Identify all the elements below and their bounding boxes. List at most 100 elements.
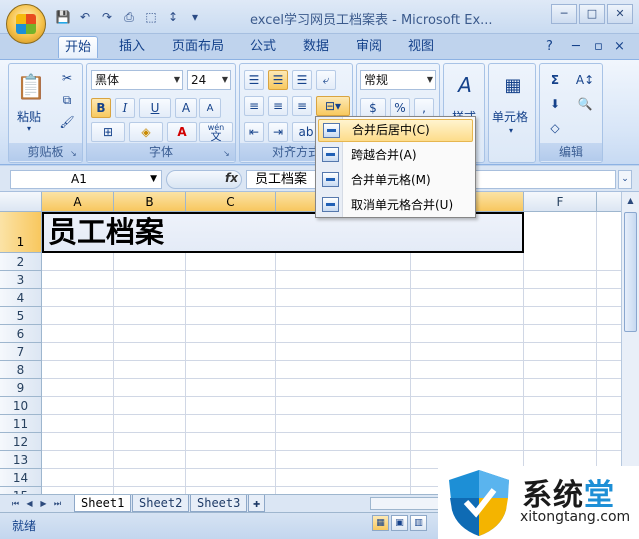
row-header-2[interactable]: 2 bbox=[0, 253, 42, 271]
grow-font-button[interactable]: A bbox=[175, 98, 197, 118]
align-bottom-icon[interactable]: ☰ bbox=[292, 70, 312, 90]
name-box[interactable]: A1 ▼ bbox=[10, 170, 162, 189]
help-icon[interactable]: ? bbox=[544, 36, 555, 58]
styles-icon[interactable]: A bbox=[450, 70, 480, 100]
row-header-5[interactable]: 5 bbox=[0, 307, 42, 325]
fill-icon[interactable]: ⬇ bbox=[542, 94, 568, 114]
paste-label[interactable]: 粘贴 bbox=[17, 108, 41, 125]
decrease-indent-icon[interactable]: ⇤ bbox=[244, 122, 264, 142]
scroll-thumb[interactable] bbox=[624, 212, 637, 332]
tab-data[interactable]: 数据 bbox=[297, 36, 335, 58]
menu-item-unmerge[interactable]: 取消单元格合并(U) bbox=[318, 194, 473, 217]
accounting-icon[interactable]: $ bbox=[360, 98, 386, 118]
clipboard-dialog-icon[interactable]: ↘ bbox=[70, 149, 80, 159]
align-left-icon[interactable]: ≡ bbox=[244, 96, 264, 116]
underline-button[interactable]: U bbox=[139, 98, 171, 118]
tab-insert[interactable]: 插入 bbox=[113, 36, 151, 58]
italic-button[interactable]: I bbox=[115, 98, 135, 118]
autosum-button[interactable]: Σ bbox=[542, 70, 568, 90]
column-header-b[interactable]: B bbox=[114, 192, 186, 212]
row-header-6[interactable]: 6 bbox=[0, 325, 42, 343]
paste-icon[interactable]: 📋 bbox=[15, 69, 47, 105]
customize-icon[interactable]: ▾ bbox=[186, 8, 204, 26]
align-center-icon[interactable]: ≡ bbox=[268, 96, 288, 116]
font-size-combo[interactable]: 24 ▼ bbox=[187, 70, 231, 90]
comma-button[interactable]: , bbox=[414, 98, 434, 118]
row-header-11[interactable]: 11 bbox=[0, 415, 42, 433]
insert-function-icon[interactable]: fx bbox=[225, 171, 238, 185]
cells-dropdown-icon[interactable]: ▾ bbox=[509, 126, 513, 135]
first-sheet-icon[interactable]: ⏮ bbox=[10, 498, 21, 510]
align-right-icon[interactable]: ≡ bbox=[292, 96, 312, 116]
sort-icon[interactable]: ↕ bbox=[164, 8, 182, 26]
row-header-3[interactable]: 3 bbox=[0, 271, 42, 289]
office-button[interactable] bbox=[6, 4, 46, 44]
cells-label[interactable]: 单元格 bbox=[492, 108, 528, 125]
minimize-button[interactable]: ─ bbox=[551, 4, 577, 24]
cells-icon[interactable]: ▦ bbox=[499, 70, 527, 100]
ribbon-restore-icon[interactable]: ▫ bbox=[592, 36, 605, 58]
insert-sheet-icon[interactable]: ✚ bbox=[248, 495, 266, 512]
column-header-a[interactable]: A bbox=[42, 192, 114, 212]
menu-item-merge-center[interactable]: 合并后居中(C) bbox=[318, 119, 473, 142]
close-button[interactable]: ✕ bbox=[607, 4, 633, 24]
tab-view[interactable]: 视图 bbox=[402, 36, 440, 58]
vertical-scrollbar[interactable]: ▲ bbox=[621, 192, 639, 494]
row-header-10[interactable]: 10 bbox=[0, 397, 42, 415]
tab-review[interactable]: 审阅 bbox=[350, 36, 388, 58]
font-name-combo[interactable]: 黑体 ▼ bbox=[91, 70, 183, 90]
ribbon-minimize-icon[interactable]: ─ bbox=[570, 36, 582, 58]
sheet-tab-3[interactable]: Sheet3 bbox=[190, 495, 248, 512]
maximize-button[interactable]: □ bbox=[579, 4, 605, 24]
format-painter-icon[interactable]: 🖌 bbox=[57, 113, 77, 131]
fill-color-icon[interactable]: ◈ bbox=[129, 122, 163, 142]
align-top-icon[interactable]: ☰ bbox=[244, 70, 264, 90]
row-header-4[interactable]: 4 bbox=[0, 289, 42, 307]
column-header-f[interactable]: F bbox=[524, 192, 597, 212]
row-header-9[interactable]: 9 bbox=[0, 379, 42, 397]
horizontal-scrollbar[interactable] bbox=[370, 497, 440, 510]
borders-icon[interactable]: ⊞ bbox=[91, 122, 125, 142]
print-preview-icon[interactable]: ⎙ bbox=[120, 8, 138, 26]
save-icon[interactable]: 💾 bbox=[54, 8, 72, 26]
shape-icon[interactable]: ⬚ bbox=[142, 8, 160, 26]
select-all-corner[interactable] bbox=[0, 192, 42, 212]
row-header-12[interactable]: 12 bbox=[0, 433, 42, 451]
menu-item-merge-cells[interactable]: 合并单元格(M) bbox=[318, 169, 473, 192]
last-sheet-icon[interactable]: ⏭ bbox=[52, 498, 63, 510]
ribbon-close-icon[interactable]: × bbox=[612, 36, 627, 58]
font-color-icon[interactable]: A bbox=[167, 122, 197, 142]
undo-icon[interactable]: ↶ bbox=[76, 8, 94, 26]
merge-center-button[interactable]: ⊟▾ bbox=[316, 96, 350, 116]
row-header-15[interactable]: 15 bbox=[0, 487, 42, 494]
tab-home[interactable]: 开始 bbox=[58, 36, 99, 58]
number-format-combo[interactable]: 常规 ▼ bbox=[360, 70, 436, 90]
page-break-view-icon[interactable]: ▥ bbox=[410, 515, 427, 531]
wrap-text-icon[interactable]: ⤶ bbox=[316, 70, 336, 90]
expand-formula-bar-icon[interactable]: ⌄ bbox=[618, 170, 632, 189]
tab-page-layout[interactable]: 页面布局 bbox=[166, 36, 230, 58]
clear-icon[interactable]: ◇ bbox=[542, 118, 568, 138]
shrink-font-button[interactable]: A bbox=[199, 98, 221, 118]
find-select-icon[interactable]: 🔍 bbox=[570, 94, 600, 114]
tab-formulas[interactable]: 公式 bbox=[244, 36, 282, 58]
menu-item-merge-across[interactable]: 跨越合并(A) bbox=[318, 144, 473, 167]
phonetic-button[interactable]: wén 文 bbox=[199, 122, 233, 142]
sort-filter-icon[interactable]: A↕ bbox=[570, 70, 600, 90]
percent-button[interactable]: % bbox=[390, 98, 410, 118]
prev-sheet-icon[interactable]: ◀ bbox=[24, 498, 35, 510]
column-header-g[interactable] bbox=[597, 192, 621, 212]
bold-button[interactable]: B bbox=[91, 98, 111, 118]
page-layout-view-icon[interactable]: ▣ bbox=[391, 515, 408, 531]
sheet-tab-2[interactable]: Sheet2 bbox=[132, 495, 190, 512]
merged-cell-a1[interactable]: 员工档案 bbox=[42, 212, 524, 253]
row-header-1[interactable]: 1 bbox=[0, 212, 42, 253]
cut-icon[interactable]: ✂ bbox=[57, 69, 77, 87]
font-dialog-icon[interactable]: ↘ bbox=[223, 149, 233, 159]
row-header-13[interactable]: 13 bbox=[0, 451, 42, 469]
align-middle-icon[interactable]: ☰ bbox=[268, 70, 288, 90]
normal-view-icon[interactable]: ▦ bbox=[372, 515, 389, 531]
row-header-14[interactable]: 14 bbox=[0, 469, 42, 487]
sheet-tab-1[interactable]: Sheet1 bbox=[74, 495, 132, 512]
copy-icon[interactable]: ⧉ bbox=[57, 91, 77, 109]
